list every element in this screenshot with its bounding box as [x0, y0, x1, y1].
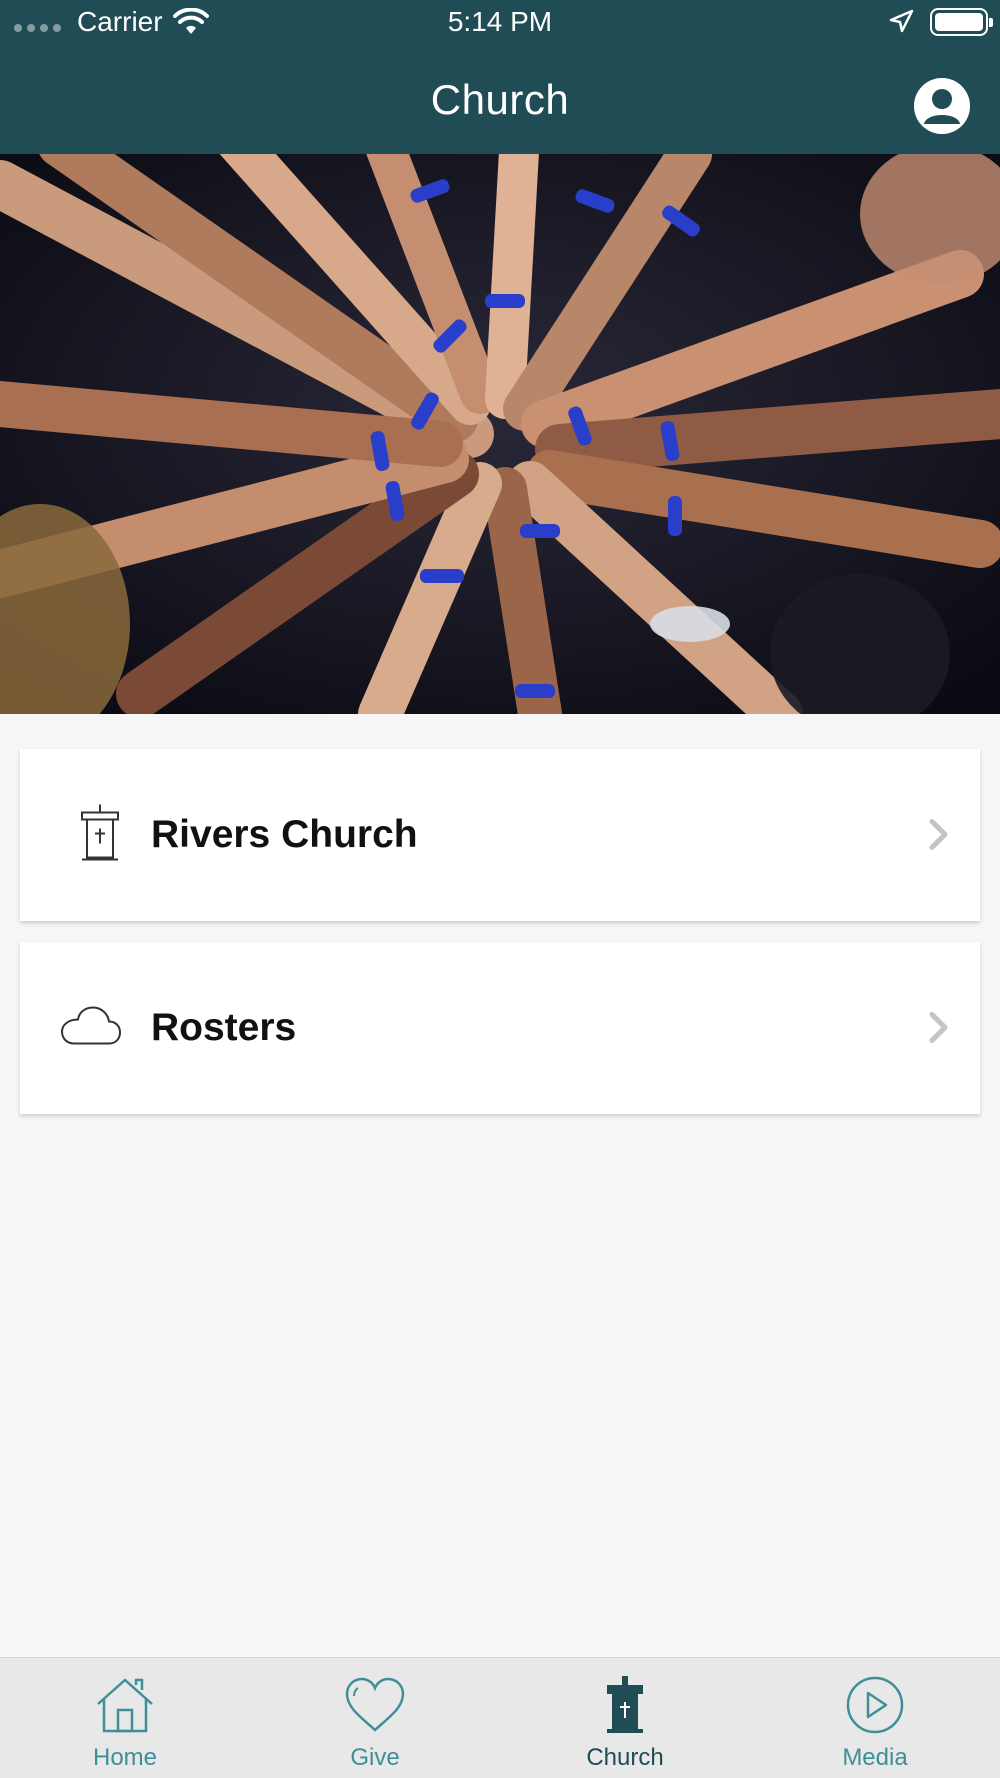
nav-header: Carrier 5:14 PM Church	[0, 0, 1000, 154]
chevron-right-icon	[928, 817, 950, 856]
list-item-rosters[interactable]: Rosters	[20, 942, 980, 1114]
home-icon	[0, 1676, 250, 1734]
battery-icon	[930, 8, 993, 36]
profile-button[interactable]	[914, 78, 970, 134]
tab-home[interactable]: Home	[0, 1658, 250, 1778]
person-circle-icon	[914, 78, 970, 134]
location-arrow-icon	[889, 9, 914, 33]
tab-bar: Home Give Church Media	[0, 1657, 1000, 1778]
cloud-icon	[60, 1005, 122, 1052]
chevron-right-icon	[928, 1010, 950, 1049]
group-hands-photo	[0, 154, 1000, 714]
heart-icon	[250, 1676, 500, 1734]
pulpit-icon	[78, 804, 122, 867]
tab-label: Give	[350, 1744, 400, 1771]
status-right	[888, 8, 993, 36]
page-title: Church	[430, 76, 570, 123]
play-circle-icon	[750, 1676, 1000, 1734]
status-bar: Carrier 5:14 PM	[0, 0, 1000, 48]
pulpit-icon	[500, 1676, 750, 1734]
tab-label: Church	[586, 1744, 664, 1771]
status-time: 5:14 PM	[447, 6, 553, 37]
hero-image	[0, 154, 1000, 714]
list-item-label: Rosters	[151, 1006, 297, 1049]
tab-label: Media	[842, 1744, 908, 1771]
tab-label: Home	[92, 1744, 158, 1771]
list-item-label: Rivers Church	[151, 813, 418, 856]
tab-give[interactable]: Give	[250, 1658, 500, 1778]
list-item-rivers-church[interactable]: Rivers Church	[20, 749, 980, 921]
tab-church[interactable]: Church	[500, 1658, 750, 1778]
tab-media[interactable]: Media	[750, 1658, 1000, 1778]
